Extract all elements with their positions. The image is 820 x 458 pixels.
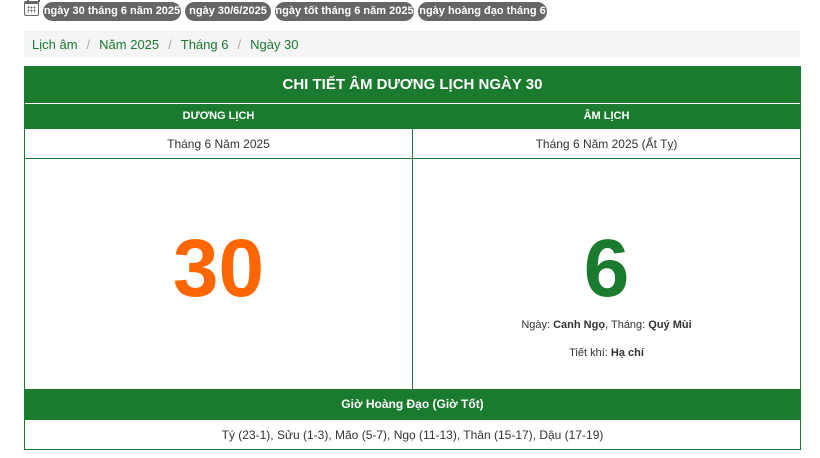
good-hours-list: Tý (23-1), Sửu (1-3), Mão (5-7), Ngọ (11… bbox=[221, 428, 604, 442]
good-hours-heading: Giờ Hoàng Đạo (Giờ Tốt) bbox=[25, 389, 800, 420]
breadcrumb-separator: / bbox=[168, 37, 172, 52]
breadcrumb-separator: / bbox=[86, 37, 91, 52]
lunar-heading: ÂM LỊCH bbox=[413, 104, 800, 129]
row-divider bbox=[25, 158, 800, 159]
tag-bar: ngày 30 tháng 6 năm 2025 ngày 30/6/2025 … bbox=[0, 0, 820, 24]
calendar-icon bbox=[24, 0, 40, 16]
solar-month-year: Tháng 6 Năm 2025 bbox=[167, 137, 270, 151]
month-canchi: Quý Mùi bbox=[648, 319, 692, 331]
month-label: , Tháng: bbox=[605, 319, 649, 331]
breadcrumb: Lịch âm / Năm 2025 / Tháng 6 / Ngày 30 bbox=[24, 31, 800, 58]
panel-title: CHI TIẾT ÂM DƯƠNG LỊCH NGÀY 30 bbox=[25, 67, 800, 103]
solar-heading: DƯƠNG LỊCH bbox=[25, 104, 412, 129]
tag-link[interactable]: ngày hoàng đạo tháng 6 bbox=[418, 2, 547, 21]
lunar-month-year: Tháng 6 Năm 2025 (Ất Tỵ) bbox=[535, 137, 678, 151]
breadcrumb-link-month[interactable]: Tháng 6 bbox=[181, 37, 229, 52]
solar-day-number: 30 bbox=[172, 223, 265, 314]
breadcrumb-link-lich-am[interactable]: Lịch âm bbox=[32, 37, 78, 52]
tag-link[interactable]: ngày 30 tháng 6 năm 2025 bbox=[43, 2, 181, 21]
day-label: Ngày: bbox=[521, 319, 554, 331]
tag-link[interactable]: ngày 30/6/2025 bbox=[185, 2, 271, 21]
solar-term-label: Tiết khí: bbox=[569, 347, 611, 359]
lunar-day-number: 6 bbox=[583, 223, 630, 314]
lunar-canchi-info: Ngày: Canh Ngọ, Tháng: Quý Mùi bbox=[413, 319, 800, 331]
day-canchi: Canh Ngọ bbox=[553, 319, 606, 331]
solar-term-info: Tiết khí: Hạ chí bbox=[413, 347, 800, 359]
breadcrumb-link-year[interactable]: Năm 2025 bbox=[99, 37, 159, 52]
calendar-detail-panel: CHI TIẾT ÂM DƯƠNG LỊCH NGÀY 30 DƯƠNG LỊC… bbox=[24, 66, 801, 450]
breadcrumb-separator: / bbox=[237, 37, 242, 52]
solar-term: Hạ chí bbox=[610, 347, 644, 359]
tag-link[interactable]: ngày tốt tháng 6 năm 2025 bbox=[275, 2, 414, 21]
breadcrumb-link-day[interactable]: Ngày 30 bbox=[250, 37, 298, 52]
